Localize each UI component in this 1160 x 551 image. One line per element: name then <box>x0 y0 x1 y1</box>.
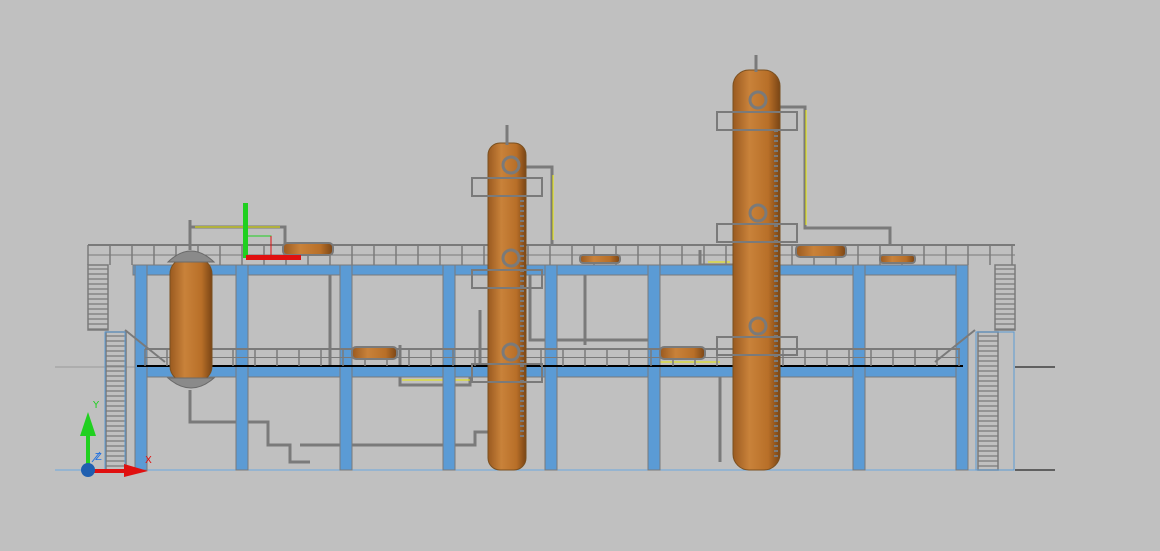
steel-column <box>442 264 456 471</box>
pipe <box>188 390 310 464</box>
steel-column <box>852 264 866 471</box>
ucs-z-label: Z <box>95 452 102 463</box>
pipe <box>300 430 488 447</box>
gizmo-y-arrow[interactable] <box>243 203 248 258</box>
stair-stringer <box>87 264 109 331</box>
steel-column <box>544 264 558 471</box>
ucs-y-label: Y <box>92 400 100 411</box>
pipe <box>698 250 733 267</box>
vessels <box>166 55 916 471</box>
steel-column <box>235 264 249 471</box>
piping <box>188 105 892 464</box>
heat-exchangers <box>282 242 916 360</box>
ucs-x-label: X <box>145 455 152 466</box>
steel-column <box>647 264 661 471</box>
steel-column <box>339 264 353 471</box>
plant-model: Y Z X <box>55 55 1055 477</box>
steel-column <box>134 264 148 471</box>
cad-3d-viewport[interactable]: Y Z X <box>0 0 1160 551</box>
gizmo-x-arrow[interactable] <box>246 255 301 260</box>
steel-column <box>955 264 969 471</box>
stair-stringer <box>994 264 1016 331</box>
steel-structure <box>132 264 969 471</box>
